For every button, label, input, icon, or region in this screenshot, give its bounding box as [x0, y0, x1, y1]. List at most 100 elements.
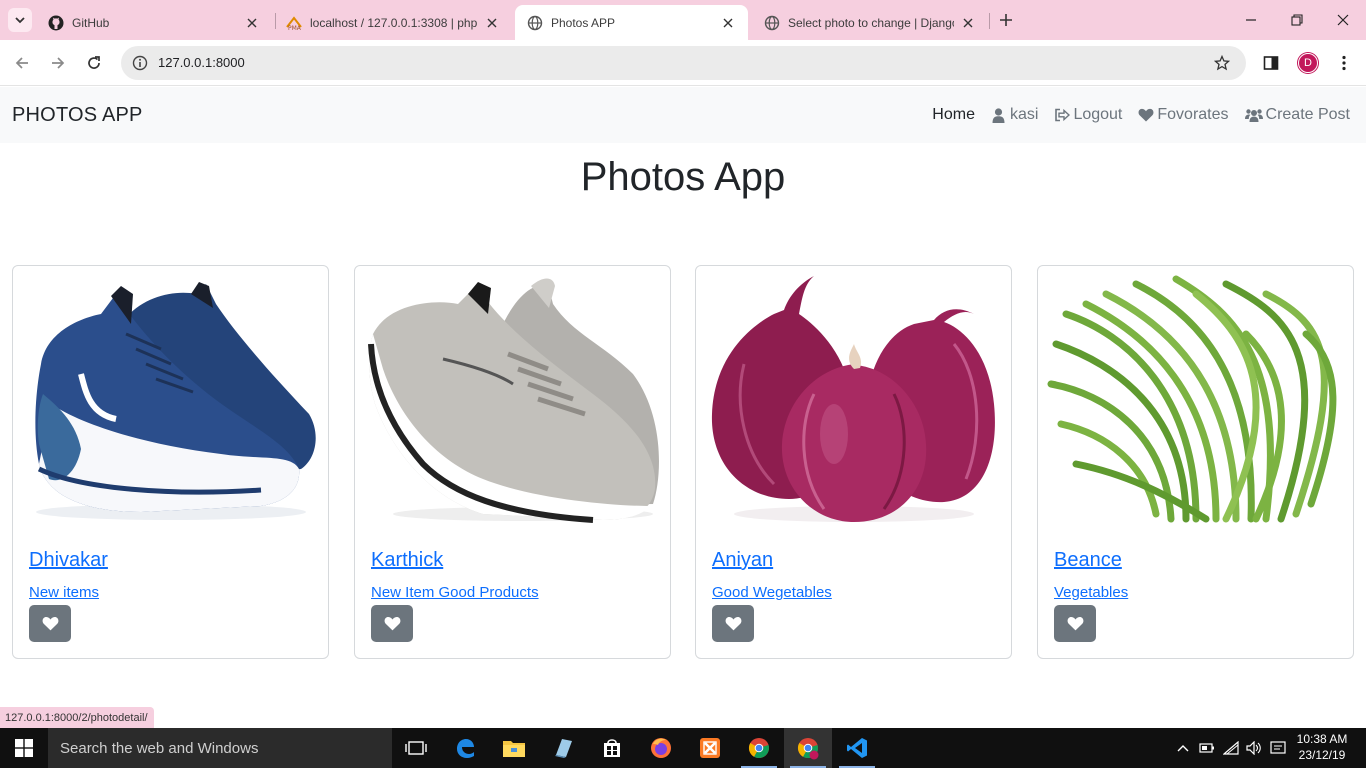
- nav-link-label: kasi: [1009, 106, 1039, 123]
- nav-link-user[interactable]: kasi: [991, 106, 1038, 124]
- green-beans-photo[interactable]: [1046, 274, 1346, 526]
- arrow-right-icon: [52, 57, 65, 69]
- volume-icon[interactable]: [1245, 738, 1263, 758]
- card-description-link[interactable]: New items: [29, 584, 99, 601]
- notepad-icon: [555, 739, 572, 758]
- clock-date: 23/12/19: [1298, 748, 1346, 762]
- taskbar-chrome[interactable]: [735, 728, 783, 768]
- close-icon[interactable]: [960, 15, 976, 31]
- card-title-link[interactable]: Dhivakar: [29, 549, 108, 572]
- side-panel-button[interactable]: [1260, 52, 1282, 74]
- taskbar-xampp[interactable]: [686, 728, 734, 768]
- favorite-button[interactable]: [371, 605, 413, 642]
- card-description-link[interactable]: New Item Good Products: [371, 584, 539, 601]
- favorite-button[interactable]: [1054, 605, 1096, 642]
- close-icon[interactable]: [720, 15, 736, 31]
- photo-card: Karthick New Item Good Products: [354, 265, 671, 659]
- sign-out-icon: [1054, 107, 1071, 123]
- chevron-down-icon: [15, 17, 25, 24]
- battery-icon[interactable]: [1198, 738, 1216, 758]
- card-title-link[interactable]: Aniyan: [712, 549, 773, 572]
- tab-separator: [989, 13, 990, 29]
- taskbar-chrome-profile[interactable]: [784, 728, 832, 768]
- tab-title: Select photo to change | Django: [788, 15, 954, 30]
- nav-link-home[interactable]: Home: [932, 106, 975, 124]
- new-tab-button[interactable]: [996, 10, 1016, 30]
- site-navbar: PHOTOS APP Home kasi Logout Fovorates Cr…: [0, 87, 1366, 143]
- taskbar-firefox[interactable]: [637, 728, 685, 768]
- wifi-icon[interactable]: [1222, 738, 1240, 758]
- back-button[interactable]: [10, 51, 34, 75]
- favorite-button[interactable]: [712, 605, 754, 642]
- card-description-link[interactable]: Good Wegetables: [712, 584, 832, 601]
- chrome-icon: [748, 738, 769, 759]
- minimize-button[interactable]: [1239, 8, 1263, 32]
- photo-card: Aniyan Good Wegetables: [695, 265, 1012, 659]
- clock-time: 10:38 AM: [1296, 732, 1348, 746]
- notification-icon[interactable]: [1269, 738, 1287, 758]
- card-title-link[interactable]: Karthick: [371, 549, 443, 572]
- tab-phpmyadmin[interactable]: PMA localhost / 127.0.0.1:3308 | phpMyAd…: [274, 5, 512, 40]
- chevron-up-icon[interactable]: [1174, 738, 1192, 758]
- nav-link-create-post[interactable]: Create Post: [1244, 106, 1350, 124]
- navbar-links: Home kasi Logout Fovorates Create Post: [916, 87, 1350, 143]
- heart-icon: [42, 616, 58, 631]
- chrome-icon: [797, 738, 819, 760]
- profile-avatar[interactable]: D: [1298, 53, 1318, 73]
- forward-button[interactable]: [46, 51, 70, 75]
- nav-link-label: Fovorates: [1157, 106, 1229, 123]
- grey-sneaker-photo[interactable]: [363, 274, 663, 526]
- taskbar-vscode[interactable]: [833, 728, 881, 768]
- blue-sneaker-photo[interactable]: [21, 274, 321, 526]
- card-description-link[interactable]: Vegetables: [1054, 584, 1128, 601]
- globe-icon: [764, 15, 780, 31]
- link-status-bubble: 127.0.0.1:8000/2/photodetail/: [0, 707, 154, 728]
- close-icon[interactable]: [244, 15, 260, 31]
- reload-button[interactable]: [82, 51, 106, 75]
- start-button[interactable]: [0, 728, 48, 768]
- restore-icon: [1291, 14, 1303, 26]
- windows-logo-icon: [15, 739, 33, 757]
- browser-menu-button[interactable]: [1334, 52, 1354, 74]
- info-icon[interactable]: [128, 51, 152, 75]
- edge-icon: [457, 739, 474, 758]
- taskbar-notepad[interactable]: [539, 728, 587, 768]
- more-vertical-icon: [1342, 55, 1346, 71]
- heart-icon: [1138, 107, 1154, 123]
- tab-title: Photos APP: [551, 15, 616, 30]
- tab-photos-app[interactable]: Photos APP: [515, 5, 748, 40]
- taskbar-store[interactable]: [588, 728, 636, 768]
- close-window-button[interactable]: [1331, 8, 1355, 32]
- task-view-button[interactable]: [392, 728, 440, 768]
- browser-tab-strip: GitHub PMA localhost / 127.0.0.1:3308 | …: [0, 0, 1366, 40]
- taskbar-clock[interactable]: 10:38 AM 23/12/19: [1294, 731, 1350, 763]
- nav-link-logout[interactable]: Logout: [1054, 106, 1122, 124]
- taskbar-edge[interactable]: [441, 728, 489, 768]
- vscode-icon: [847, 738, 867, 758]
- card-title-link[interactable]: Beance: [1054, 549, 1122, 572]
- url-text[interactable]: 127.0.0.1:8000: [158, 55, 245, 70]
- browser-toolbar: 127.0.0.1:8000 D: [0, 40, 1366, 86]
- tab-django-admin[interactable]: Select photo to change | Django: [752, 5, 988, 40]
- red-onions-photo[interactable]: [704, 274, 1004, 526]
- address-bar[interactable]: 127.0.0.1:8000: [121, 46, 1246, 80]
- nav-link-favorites[interactable]: Fovorates: [1138, 106, 1229, 124]
- tab-github[interactable]: GitHub: [36, 5, 272, 40]
- taskbar-search-box[interactable]: Search the web and Windows: [48, 728, 392, 768]
- reload-icon: [88, 56, 100, 69]
- photo-card: Dhivakar New items: [12, 265, 329, 659]
- nav-link-label: Create Post: [1265, 106, 1350, 123]
- restore-button[interactable]: [1285, 8, 1309, 32]
- github-icon: [48, 15, 64, 31]
- photo-card: Beance Vegetables: [1037, 265, 1354, 659]
- navbar-brand[interactable]: PHOTOS APP: [12, 104, 143, 127]
- xampp-icon: [700, 738, 720, 758]
- side-panel-icon: [1263, 56, 1279, 70]
- tab-search-button[interactable]: [8, 8, 32, 32]
- bookmark-star-icon[interactable]: [1212, 53, 1232, 73]
- taskbar-file-explorer[interactable]: [490, 728, 538, 768]
- globe-icon: [527, 15, 543, 31]
- users-icon: [1244, 107, 1263, 123]
- close-icon[interactable]: [484, 15, 500, 31]
- favorite-button[interactable]: [29, 605, 71, 642]
